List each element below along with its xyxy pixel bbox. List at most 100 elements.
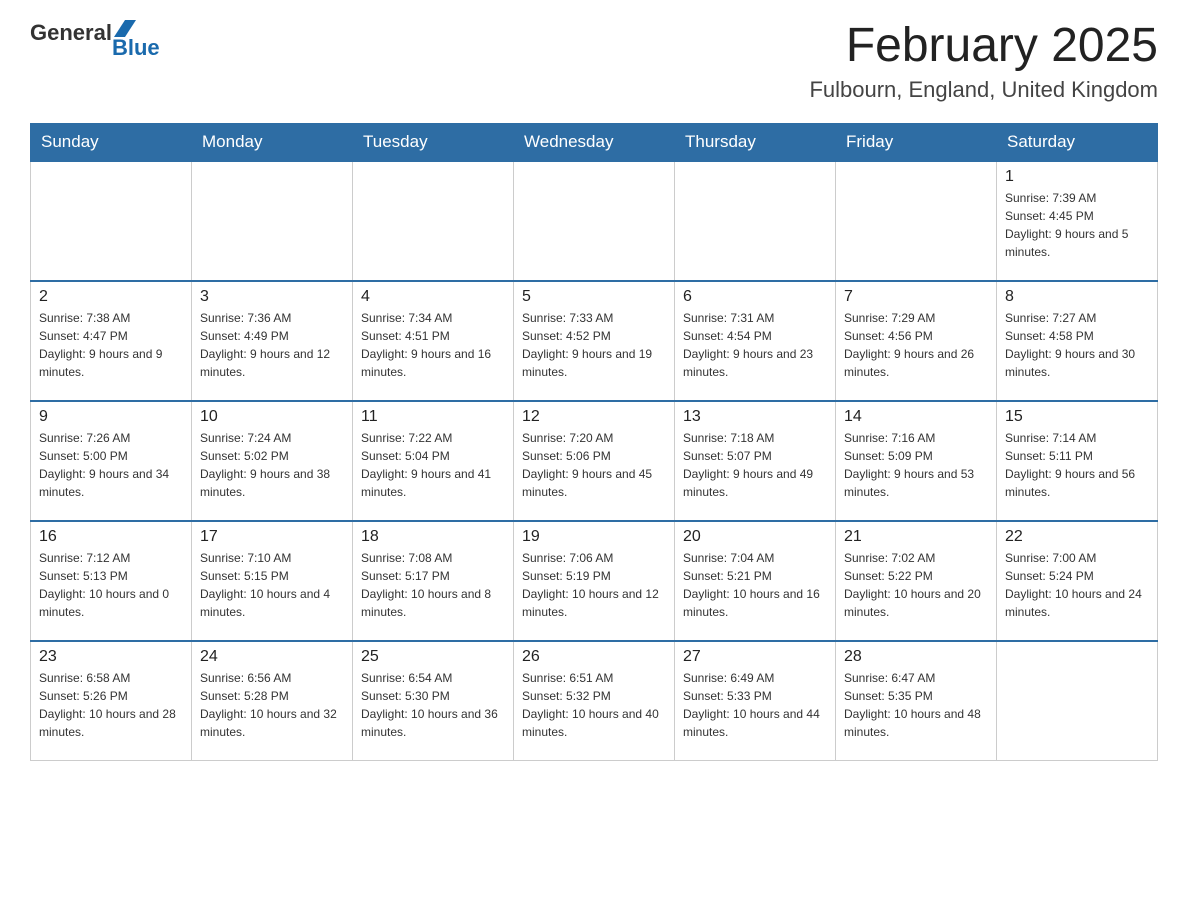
page-header: General Blue February 2025 Fulbourn, Eng… [30, 20, 1158, 103]
day-info: Sunrise: 6:54 AM Sunset: 5:30 PM Dayligh… [361, 669, 505, 741]
day-info: Sunrise: 7:00 AM Sunset: 5:24 PM Dayligh… [1005, 549, 1149, 621]
day-number: 11 [361, 408, 505, 426]
calendar-cell: 27 Sunrise: 6:49 AM Sunset: 5:33 PM Dayli… [675, 641, 836, 761]
day-number: 20 [683, 528, 827, 546]
day-number: 1 [1005, 168, 1149, 186]
week-row-3: 9Sunrise: 7:26 AM Sunset: 5:00 PM Daylig… [31, 401, 1158, 521]
day-number: 25 [361, 648, 505, 666]
day-info: Sunrise: 7:27 AM Sunset: 4:58 PM Dayligh… [1005, 309, 1149, 381]
week-row-2: 2Sunrise: 7:38 AM Sunset: 4:47 PM Daylig… [31, 281, 1158, 401]
day-number: 5 [522, 288, 666, 306]
calendar-cell: 21 Sunrise: 7:02 AM Sunset: 5:22 PM Dayli… [836, 521, 997, 641]
day-number: 7 [844, 288, 988, 306]
calendar-cell: 7 Sunrise: 7:29 AM Sunset: 4:56 PM Daylig… [836, 281, 997, 401]
calendar-cell [675, 161, 836, 281]
day-info: Sunrise: 7:18 AM Sunset: 5:07 PM Dayligh… [683, 429, 827, 501]
day-number: 10 [200, 408, 344, 426]
day-number: 23 [39, 648, 183, 666]
day-number: 16 [39, 528, 183, 546]
title-section: February 2025 Fulbourn, England, United … [809, 20, 1158, 103]
calendar-cell: 23 Sunrise: 6:58 AM Sunset: 5:26 PM Dayli… [31, 641, 192, 761]
calendar-table: SundayMondayTuesdayWednesdayThursdayFrid… [30, 123, 1158, 762]
day-number: 26 [522, 648, 666, 666]
day-info: Sunrise: 7:29 AM Sunset: 4:56 PM Dayligh… [844, 309, 988, 381]
calendar-cell: 16 Sunrise: 7:12 AM Sunset: 5:13 PM Dayli… [31, 521, 192, 641]
column-header-sunday: Sunday [31, 123, 192, 161]
calendar-cell: 9Sunrise: 7:26 AM Sunset: 5:00 PM Daylig… [31, 401, 192, 521]
day-number: 3 [200, 288, 344, 306]
day-info: Sunrise: 7:14 AM Sunset: 5:11 PM Dayligh… [1005, 429, 1149, 501]
day-info: Sunrise: 6:58 AM Sunset: 5:26 PM Dayligh… [39, 669, 183, 741]
calendar-cell: 14 Sunrise: 7:16 AM Sunset: 5:09 PM Dayli… [836, 401, 997, 521]
calendar-cell: 25 Sunrise: 6:54 AM Sunset: 5:30 PM Dayli… [353, 641, 514, 761]
week-row-4: 16 Sunrise: 7:12 AM Sunset: 5:13 PM Dayli… [31, 521, 1158, 641]
day-info: Sunrise: 7:36 AM Sunset: 4:49 PM Dayligh… [200, 309, 344, 381]
day-number: 27 [683, 648, 827, 666]
day-number: 12 [522, 408, 666, 426]
day-info: Sunrise: 7:31 AM Sunset: 4:54 PM Dayligh… [683, 309, 827, 381]
day-number: 4 [361, 288, 505, 306]
day-number: 8 [1005, 288, 1149, 306]
column-header-friday: Friday [836, 123, 997, 161]
calendar-cell: 13 Sunrise: 7:18 AM Sunset: 5:07 PM Dayli… [675, 401, 836, 521]
calendar-cell: 19Sunrise: 7:06 AM Sunset: 5:19 PM Dayli… [514, 521, 675, 641]
day-number: 6 [683, 288, 827, 306]
day-number: 17 [200, 528, 344, 546]
calendar-cell: 6 Sunrise: 7:31 AM Sunset: 4:54 PM Daylig… [675, 281, 836, 401]
day-info: Sunrise: 7:22 AM Sunset: 5:04 PM Dayligh… [361, 429, 505, 501]
column-header-tuesday: Tuesday [353, 123, 514, 161]
calendar-cell [836, 161, 997, 281]
calendar-cell: 28Sunrise: 6:47 AM Sunset: 5:35 PM Dayli… [836, 641, 997, 761]
calendar-header-row: SundayMondayTuesdayWednesdayThursdayFrid… [31, 123, 1158, 161]
day-info: Sunrise: 7:39 AM Sunset: 4:45 PM Dayligh… [1005, 189, 1149, 261]
calendar-cell: 17Sunrise: 7:10 AM Sunset: 5:15 PM Dayli… [192, 521, 353, 641]
day-number: 19 [522, 528, 666, 546]
calendar-cell: 2Sunrise: 7:38 AM Sunset: 4:47 PM Daylig… [31, 281, 192, 401]
day-number: 24 [200, 648, 344, 666]
calendar-cell: 20Sunrise: 7:04 AM Sunset: 5:21 PM Dayli… [675, 521, 836, 641]
day-info: Sunrise: 7:20 AM Sunset: 5:06 PM Dayligh… [522, 429, 666, 501]
day-info: Sunrise: 7:12 AM Sunset: 5:13 PM Dayligh… [39, 549, 183, 621]
day-info: Sunrise: 6:49 AM Sunset: 5:33 PM Dayligh… [683, 669, 827, 741]
calendar-cell: 18 Sunrise: 7:08 AM Sunset: 5:17 PM Dayli… [353, 521, 514, 641]
calendar-cell [997, 641, 1158, 761]
day-info: Sunrise: 7:33 AM Sunset: 4:52 PM Dayligh… [522, 309, 666, 381]
column-header-thursday: Thursday [675, 123, 836, 161]
calendar-subtitle: Fulbourn, England, United Kingdom [809, 77, 1158, 103]
day-number: 18 [361, 528, 505, 546]
day-info: Sunrise: 7:16 AM Sunset: 5:09 PM Dayligh… [844, 429, 988, 501]
calendar-cell [514, 161, 675, 281]
calendar-cell: 10 Sunrise: 7:24 AM Sunset: 5:02 PM Dayli… [192, 401, 353, 521]
week-row-1: 1 Sunrise: 7:39 AM Sunset: 4:45 PM Daylig… [31, 161, 1158, 281]
day-info: Sunrise: 7:24 AM Sunset: 5:02 PM Dayligh… [200, 429, 344, 501]
calendar-cell: 22 Sunrise: 7:00 AM Sunset: 5:24 PM Dayli… [997, 521, 1158, 641]
calendar-cell: 15 Sunrise: 7:14 AM Sunset: 5:11 PM Dayli… [997, 401, 1158, 521]
calendar-cell: 24 Sunrise: 6:56 AM Sunset: 5:28 PM Dayli… [192, 641, 353, 761]
day-info: Sunrise: 7:08 AM Sunset: 5:17 PM Dayligh… [361, 549, 505, 621]
calendar-cell: 3 Sunrise: 7:36 AM Sunset: 4:49 PM Daylig… [192, 281, 353, 401]
calendar-cell: 26Sunrise: 6:51 AM Sunset: 5:32 PM Dayli… [514, 641, 675, 761]
day-info: Sunrise: 7:34 AM Sunset: 4:51 PM Dayligh… [361, 309, 505, 381]
column-header-wednesday: Wednesday [514, 123, 675, 161]
day-info: Sunrise: 6:56 AM Sunset: 5:28 PM Dayligh… [200, 669, 344, 741]
column-header-saturday: Saturday [997, 123, 1158, 161]
day-number: 21 [844, 528, 988, 546]
column-header-monday: Monday [192, 123, 353, 161]
day-info: Sunrise: 7:02 AM Sunset: 5:22 PM Dayligh… [844, 549, 988, 621]
day-number: 15 [1005, 408, 1149, 426]
day-info: Sunrise: 7:26 AM Sunset: 5:00 PM Dayligh… [39, 429, 183, 501]
calendar-cell: 4 Sunrise: 7:34 AM Sunset: 4:51 PM Daylig… [353, 281, 514, 401]
calendar-title: February 2025 [809, 20, 1158, 73]
calendar-cell: 1 Sunrise: 7:39 AM Sunset: 4:45 PM Daylig… [997, 161, 1158, 281]
day-number: 22 [1005, 528, 1149, 546]
calendar-cell [192, 161, 353, 281]
logo-general-text: General [30, 20, 112, 46]
calendar-cell: 12 Sunrise: 7:20 AM Sunset: 5:06 PM Dayli… [514, 401, 675, 521]
day-number: 13 [683, 408, 827, 426]
calendar-cell: 5 Sunrise: 7:33 AM Sunset: 4:52 PM Daylig… [514, 281, 675, 401]
day-number: 14 [844, 408, 988, 426]
logo: General Blue [30, 20, 160, 61]
day-number: 2 [39, 288, 183, 306]
calendar-cell [353, 161, 514, 281]
logo-blue-text: Blue [112, 35, 160, 61]
